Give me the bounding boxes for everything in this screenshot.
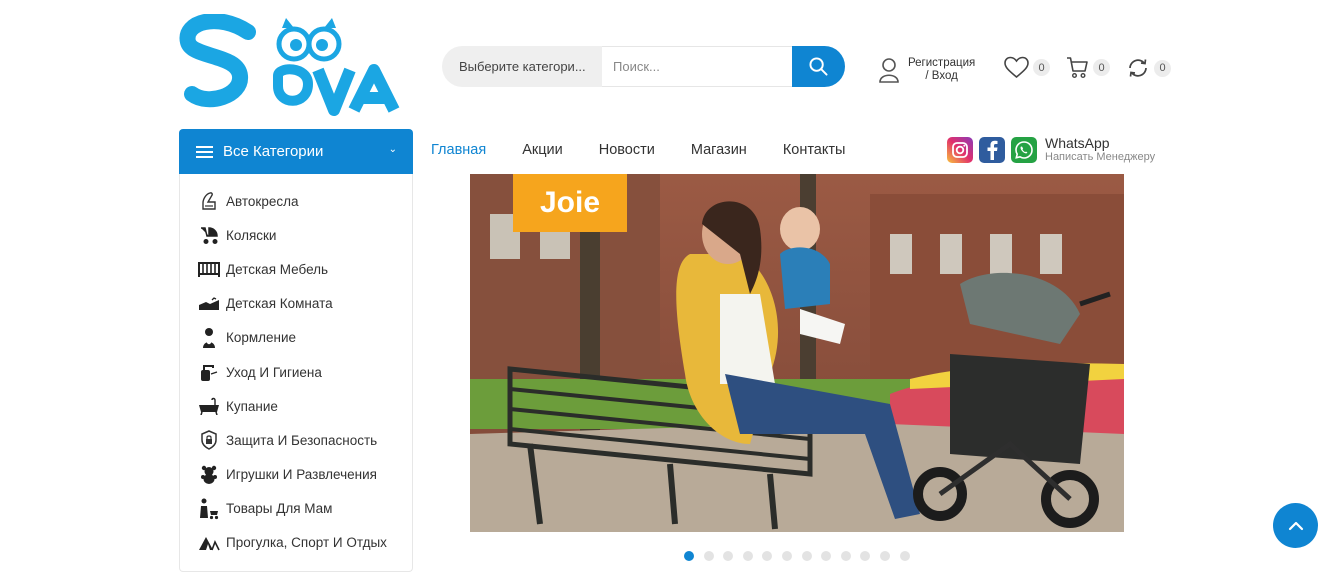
nursery-icon (198, 294, 220, 314)
category-item[interactable]: Игрушки И Развлечения (180, 458, 412, 492)
instagram-icon[interactable] (947, 137, 973, 163)
category-label: Защита И Безопасность (226, 432, 378, 448)
baby-bottle-icon (198, 327, 220, 348)
shield-lock-icon (198, 430, 220, 451)
slider-dot[interactable] (742, 551, 753, 561)
category-select[interactable]: Выберите категори... (442, 46, 602, 87)
slider-dot[interactable] (703, 551, 714, 561)
nav-promotions[interactable]: Акции (522, 142, 563, 158)
login-label: / Вход (925, 70, 958, 82)
category-label: Товары Для Мам (226, 501, 333, 517)
facebook-icon[interactable] (979, 137, 1005, 163)
category-label: Купание (226, 398, 278, 414)
slider-dot[interactable] (781, 551, 792, 561)
slider-dots (684, 551, 919, 561)
slider-dot[interactable] (801, 551, 812, 561)
banner-image (470, 174, 1124, 532)
slider-dot[interactable] (840, 551, 851, 561)
search-bar: Выберите категори... (442, 46, 845, 87)
register-label: Регистрация (908, 57, 976, 69)
category-label: Детская Комната (226, 296, 333, 312)
teddy-bear-icon (198, 465, 220, 485)
slider-dot[interactable] (899, 551, 910, 561)
bathtub-icon (198, 396, 220, 416)
nav-home[interactable]: Главная (431, 142, 486, 158)
category-item[interactable]: Детская Комната (180, 287, 412, 321)
menu-icon (196, 145, 213, 158)
chevron-up-icon (1288, 521, 1303, 530)
compare-icon (1129, 59, 1147, 77)
category-item[interactable]: Товары Для Мам (180, 492, 412, 526)
category-list: Автокресла Коляски Детская Мебель Детска… (179, 174, 413, 572)
search-field[interactable] (602, 46, 792, 87)
whatsapp-contact[interactable]: WhatsApp Написать Менеджеру (1045, 136, 1155, 164)
back-to-top-button[interactable] (1273, 503, 1318, 548)
category-item[interactable]: Уход И Гигиена (180, 355, 412, 389)
category-item[interactable]: Купание (180, 389, 412, 423)
heart-icon (1004, 56, 1029, 79)
crib-icon (198, 259, 220, 279)
main-nav: Главная Акции Новости Магазин Контакты (431, 142, 881, 158)
hygiene-icon (198, 362, 220, 382)
joie-logo: Joie (539, 186, 601, 219)
category-item[interactable]: Кормление (180, 321, 412, 355)
all-categories-title: Все Категории (223, 143, 324, 160)
nav-shop[interactable]: Магазин (691, 142, 747, 158)
slider-dot[interactable] (821, 551, 832, 561)
category-item[interactable]: Прогулка, Спорт И Отдых (180, 526, 412, 560)
hero-banner[interactable]: Joie (470, 174, 1124, 532)
compare-count: 0 (1154, 59, 1171, 77)
cart-link[interactable]: 0 (1066, 56, 1110, 79)
category-label: Автокресла (226, 193, 299, 209)
search-icon (809, 57, 828, 76)
category-label: Уход И Гигиена (226, 364, 322, 380)
user-icon (879, 58, 899, 83)
slider-dot[interactable] (860, 551, 871, 561)
car-seat-icon (198, 191, 220, 211)
nav-contacts[interactable]: Контакты (783, 142, 846, 158)
slider-dot[interactable] (684, 551, 694, 561)
cart-icon (1067, 57, 1088, 79)
search-input[interactable] (602, 59, 792, 74)
tent-icon (198, 533, 220, 553)
category-item[interactable]: Защита И Безопасность (180, 423, 412, 457)
mother-icon (198, 498, 220, 519)
category-label: Кормление (226, 330, 297, 346)
account-link[interactable]: Регистрация / Вход (878, 57, 975, 83)
category-label: Прогулка, Спорт И Отдых (226, 535, 387, 551)
category-label: Игрушки И Развлечения (226, 467, 377, 483)
whatsapp-icon[interactable] (1011, 137, 1037, 163)
search-button[interactable] (792, 46, 845, 87)
category-label: Детская Мебель (226, 261, 329, 277)
cart-count: 0 (1093, 59, 1110, 76)
category-label: Коляски (226, 227, 277, 243)
slider-dot[interactable] (879, 551, 890, 561)
slider-dot[interactable] (723, 551, 734, 561)
whatsapp-title: WhatsApp (1045, 135, 1110, 151)
category-item[interactable]: Коляски (180, 218, 412, 252)
compare-link[interactable]: 0 (1126, 56, 1171, 80)
wishlist-count: 0 (1033, 59, 1050, 76)
nav-news[interactable]: Новости (599, 142, 655, 158)
stroller-icon (198, 225, 220, 245)
site-logo[interactable] (178, 14, 406, 118)
all-categories-toggle[interactable]: Все Категории ⌄ (179, 129, 413, 174)
whatsapp-subtitle: Написать Менеджеру (1045, 151, 1156, 163)
wishlist-link[interactable]: 0 (1004, 56, 1050, 79)
category-item[interactable]: Детская Мебель (180, 252, 412, 286)
category-item[interactable]: Автокресла (180, 184, 412, 218)
social-links: WhatsApp Написать Менеджеру (947, 136, 1155, 164)
chevron-down-icon: ⌄ (388, 144, 397, 155)
slider-dot[interactable] (762, 551, 773, 561)
